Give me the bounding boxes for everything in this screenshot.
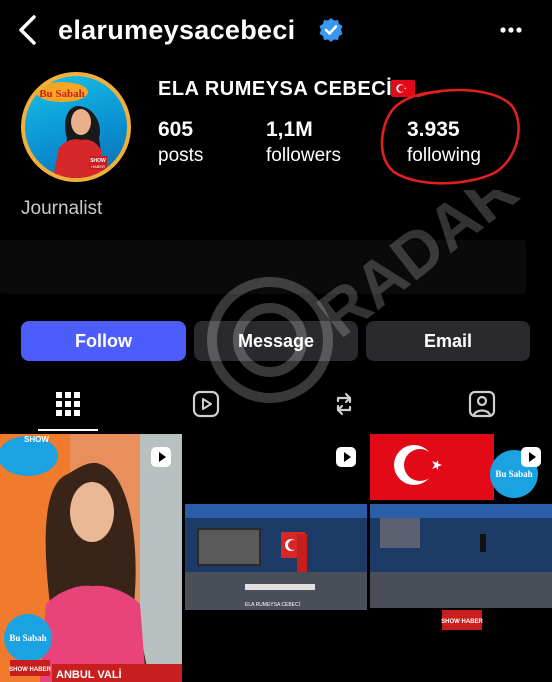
post-thumbnail-3[interactable]: Bu Sabah SHOW HABER xyxy=(370,434,552,682)
post3-badge: SHOW HABER xyxy=(441,619,483,625)
reel-icon xyxy=(521,447,541,467)
stat-following-value: 3.935 xyxy=(407,118,460,141)
post1-overlay-top: SHOW xyxy=(24,435,49,444)
post1-ticker: ANBUL VALİ xyxy=(56,668,122,681)
tab-reels[interactable] xyxy=(176,381,236,427)
repost-icon xyxy=(336,392,352,416)
post-thumbnail-1[interactable]: SHOW Bu Sabah SHOW HABER ANBUL VALİ xyxy=(0,434,182,682)
username: elarumeysacebeci xyxy=(58,15,296,45)
post1-overlay-bottom: SHOW HABER xyxy=(9,667,51,673)
tab-grid[interactable] xyxy=(38,381,98,431)
tab-tagged[interactable] xyxy=(452,381,512,427)
stat-following[interactable]: 3.935 following xyxy=(407,117,481,169)
verified-badge-icon xyxy=(318,17,344,43)
stat-posts-label: posts xyxy=(158,145,204,166)
bio-text: Journalist xyxy=(21,198,103,219)
post3-brand: Bu Sabah xyxy=(495,469,532,479)
grid-icon xyxy=(56,392,80,416)
tagged-icon xyxy=(468,390,496,418)
stat-followers-label: followers xyxy=(266,145,341,166)
reel-icon xyxy=(151,447,171,467)
active-tab-indicator xyxy=(38,429,98,431)
reel-icon xyxy=(336,447,356,467)
post1-brand: Bu Sabah xyxy=(9,633,46,643)
reels-icon xyxy=(192,390,220,418)
chevron-left-icon[interactable] xyxy=(14,12,42,48)
stat-following-label: following xyxy=(407,145,481,166)
more-horizontal-icon[interactable] xyxy=(497,16,525,44)
stat-followers-value: 1,1M xyxy=(266,118,313,141)
avatar-show-title: Bu Sabah xyxy=(39,88,85,100)
stat-followers[interactable]: 1,1M followers xyxy=(266,117,341,169)
avatar[interactable]: Bu Sabah SHOW HABER xyxy=(21,72,131,182)
email-button[interactable]: Email xyxy=(366,321,530,361)
top-bar: elarumeysacebeci xyxy=(0,0,552,62)
stat-posts-value: 605 xyxy=(158,118,194,141)
redacted-bio-block xyxy=(0,240,526,294)
avatar-image: Bu Sabah SHOW HABER xyxy=(25,76,127,178)
tab-reposts[interactable] xyxy=(314,381,374,427)
turkey-flag-icon xyxy=(391,80,415,97)
avatar-sub: HABER xyxy=(91,164,105,169)
stat-posts[interactable]: 605 posts xyxy=(158,117,203,169)
profile-tabs xyxy=(0,381,552,431)
display-name: ELA RUMEYSA CEBECİ xyxy=(158,78,393,100)
message-button[interactable]: Message xyxy=(194,321,358,361)
post2-caption: ELA RUMEYSA CEBECİ xyxy=(245,601,300,608)
post-thumbnail-2[interactable]: ELA RUMEYSA CEBECİ xyxy=(185,434,367,682)
follow-button[interactable]: Follow xyxy=(21,321,186,361)
